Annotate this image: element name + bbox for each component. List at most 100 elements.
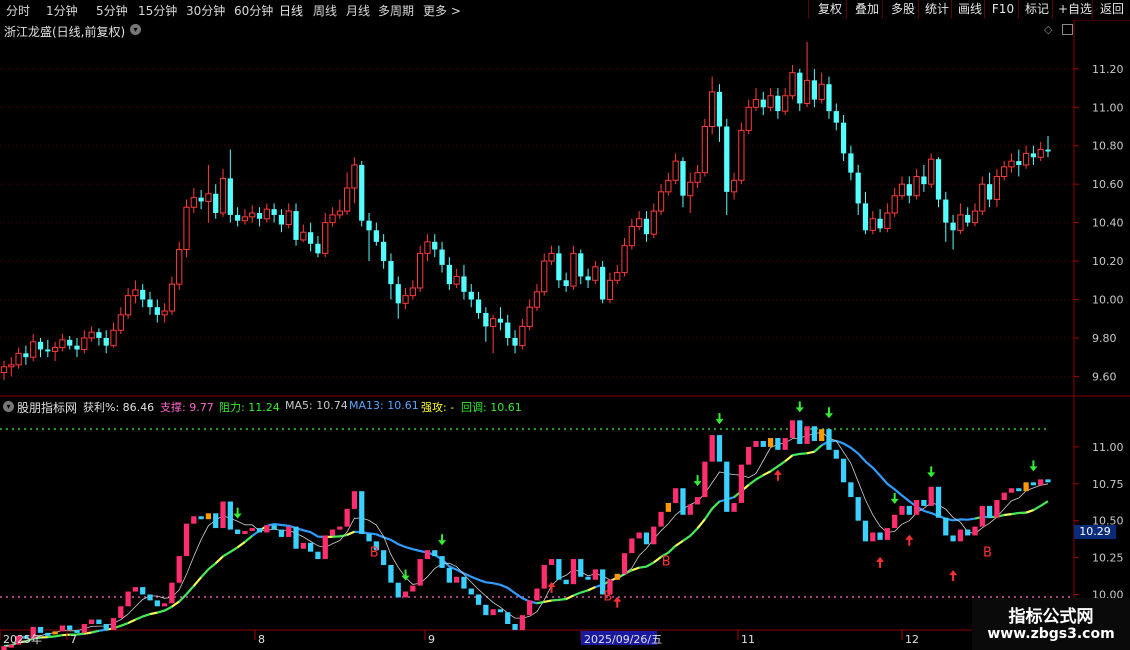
indicator-bar: [541, 564, 547, 589]
candle-body: [526, 306, 533, 327]
stock-title: 浙江龙盛(日线,前复权): [4, 25, 126, 39]
pullback-segment: [193, 576, 202, 587]
candle-body: [30, 341, 37, 358]
indicator-bar: [125, 591, 131, 607]
pullback-segment: [200, 568, 210, 579]
indicator-bar: [592, 569, 598, 580]
indicator-bar: [935, 486, 942, 518]
candle-body: [943, 199, 949, 223]
pullback-segment: [47, 635, 56, 639]
candle-body: [636, 218, 643, 227]
pullback-segment: [689, 527, 699, 537]
candle-body: [724, 126, 730, 192]
indicator-tick-label: 10.25: [1092, 552, 1124, 565]
indicator-profit: 获利%: 86.46: [83, 401, 155, 414]
indicator-bar: [819, 429, 825, 441]
indicator-bar: [994, 500, 1000, 518]
indicator-bar: [293, 526, 299, 549]
indicator-bar: [687, 504, 693, 515]
buy-arrow-icon: [773, 469, 782, 481]
indicator-bar: [884, 528, 891, 540]
indicator-bar: [388, 564, 394, 583]
pullback-segment: [580, 589, 589, 594]
indicator-bar: [103, 624, 109, 630]
indicator-bar: [855, 497, 861, 521]
candle-body: [183, 206, 190, 251]
candle-body: [359, 164, 365, 221]
candle-body: [606, 279, 614, 300]
indicator-bar: [432, 550, 438, 557]
candle-body: [490, 318, 497, 327]
indicator-bar: [344, 508, 350, 527]
candle-body: [45, 349, 51, 352]
indicator-bar: [176, 556, 182, 583]
indicator-bar: [359, 491, 365, 534]
indicator-bar: [512, 624, 518, 630]
candle-body: [826, 84, 832, 112]
candle-body: [570, 252, 577, 287]
candle-body: [884, 212, 891, 229]
indicator-bar: [52, 631, 58, 635]
pullback-segment: [704, 507, 713, 520]
candle-body: [971, 210, 979, 224]
indicator-bar: [308, 542, 314, 552]
pullback-segment: [120, 622, 129, 627]
indicator-bar: [957, 529, 964, 542]
indicator-bar: [665, 502, 671, 512]
indicator-bar: [986, 505, 993, 518]
indicator-bar: [110, 618, 117, 630]
chevron-down-icon[interactable]: ▾: [130, 24, 141, 35]
pullback-segment: [762, 470, 772, 477]
candle-body: [621, 245, 628, 274]
indicator-bar: [59, 625, 66, 632]
indicator-bar: [775, 438, 781, 450]
indicator-bar: [271, 525, 277, 530]
candle-body: [752, 99, 760, 108]
candle-body: [439, 249, 445, 265]
date-label: 11: [741, 633, 755, 646]
pullback-segment: [784, 454, 794, 462]
indicator-bar: [585, 576, 591, 580]
candle-body: [650, 210, 657, 235]
indicator-bar: [921, 500, 927, 506]
candle-body: [322, 222, 329, 254]
candle-body: [293, 211, 299, 240]
indicator-bar: [468, 588, 474, 595]
candle-body: [921, 176, 927, 185]
candle-body: [336, 210, 343, 216]
indicator-strong-attack: 强攻: -: [421, 401, 455, 414]
indicator-bar: [527, 600, 533, 616]
candle-body: [366, 220, 372, 231]
pullback-segment: [799, 452, 808, 455]
date-label: 2025年: [3, 632, 42, 646]
candle-body: [285, 210, 292, 226]
indicator-bar: [1030, 482, 1037, 486]
indicator-chevron-icon[interactable]: ▾: [3, 401, 14, 412]
buy-arrow-icon: [876, 556, 885, 568]
indicator-bar: [67, 625, 73, 630]
buy-arrow-icon: [949, 570, 958, 582]
indicator-bar: [570, 559, 577, 585]
indicator-bar: [767, 438, 774, 447]
candle-body: [1045, 149, 1051, 152]
pullback-segment: [645, 561, 655, 568]
indicator-bar: [746, 446, 752, 465]
indicator-bar: [140, 587, 146, 595]
candle-body: [519, 325, 526, 347]
pullback-segment: [667, 545, 677, 554]
price-tick-label: 10.20: [1092, 255, 1124, 268]
pullback-segment: [544, 599, 552, 603]
candle-body: [23, 353, 29, 358]
panel-toggle-icon[interactable]: [1062, 24, 1073, 35]
sell-arrow-icon: [438, 534, 447, 546]
indicator-bar: [680, 488, 686, 515]
candle-body: [308, 232, 314, 244]
indicator-support: 支撑: 9.77: [160, 401, 214, 414]
candle-body: [468, 291, 474, 300]
diamond-icon[interactable]: ◇: [1044, 23, 1052, 36]
candle-body: [205, 193, 212, 202]
date-label: 8: [258, 633, 265, 646]
chart-canvas[interactable]: B B B B 11.20 11.00 10.80 10.60 10.40 10.20 10.00…: [0, 0, 1130, 650]
sell-arrow-icon: [693, 475, 702, 487]
buy-b-marker: B: [370, 545, 379, 560]
